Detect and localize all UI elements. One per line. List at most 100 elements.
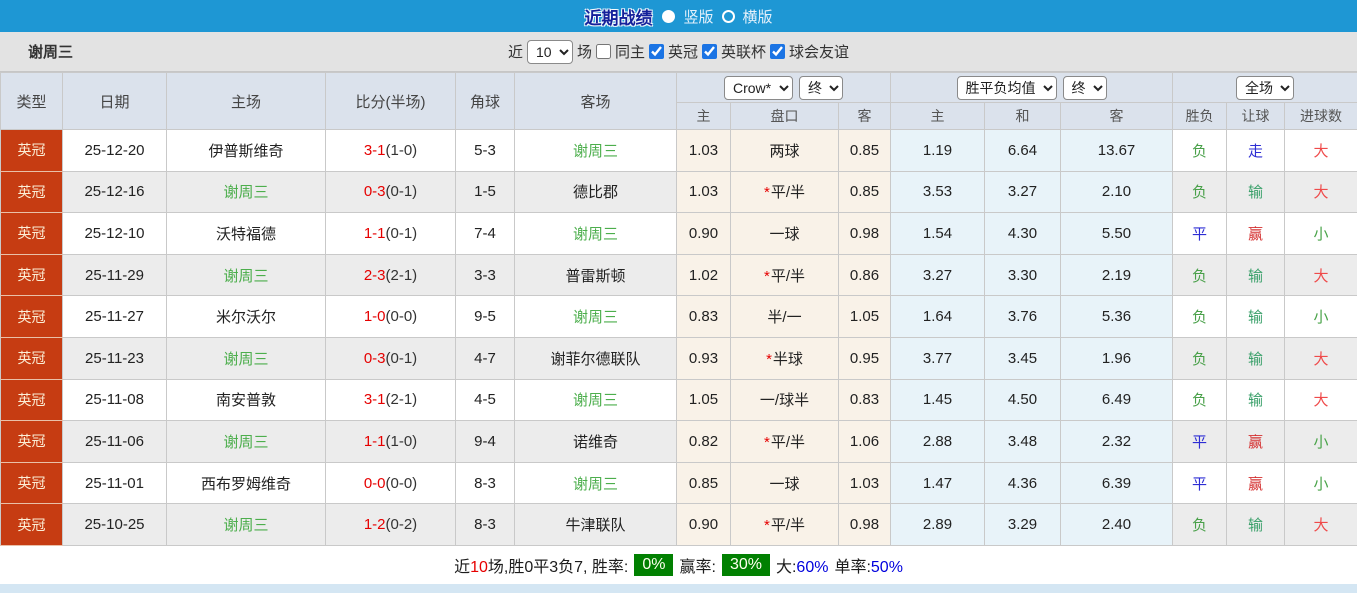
handicap-result-cell: 输 [1227,254,1285,296]
home-team-cell: 谢周三 [167,504,326,546]
corner-cell: 7-4 [456,213,515,255]
checkbox-same-home[interactable] [596,44,611,59]
result-cell: 负 [1173,379,1227,421]
handicap-cell: *平/半 [731,254,839,296]
corner-cell: 5-3 [456,130,515,172]
page-title: 近期战绩 [584,4,652,29]
away-team-cell: 普雷斯顿 [515,254,677,296]
odds-home-cell: 0.82 [677,421,731,463]
avg-away-cell: 5.50 [1061,213,1173,255]
handicap-result-cell: 输 [1227,337,1285,379]
avg-away-cell: 2.32 [1061,421,1173,463]
scope-select[interactable]: 全场 [1236,76,1294,100]
subheader-avg-home: 主 [891,103,985,130]
avg-home-cell: 3.27 [891,254,985,296]
odds-home-cell: 1.03 [677,130,731,172]
league-cell: 英冠 [1,504,63,546]
score-cell: 3-1(1-0) [326,130,456,172]
league-cell: 英冠 [1,462,63,504]
score-cell: 1-2(0-2) [326,504,456,546]
subheader-handicap: 盘口 [731,103,839,130]
radio-vertical-icon[interactable] [662,10,675,23]
radio-vertical-label[interactable]: 竖版 [683,6,713,27]
avg-draw-cell: 3.48 [985,421,1061,463]
corner-cell: 4-5 [456,379,515,421]
avg-home-cell: 3.53 [891,171,985,213]
away-team-cell: 牛津联队 [515,504,677,546]
win-label: 赢率: [679,553,715,577]
home-team-cell: 谢周三 [167,171,326,213]
odds-away-cell: 1.05 [839,296,891,338]
score-cell: 2-3(2-1) [326,254,456,296]
handicap-result-cell: 赢 [1227,462,1285,504]
handicap-cell: *平/半 [731,421,839,463]
score-cell: 0-3(0-1) [326,171,456,213]
away-team-cell: 谢菲尔德联队 [515,337,677,379]
col-header-corner: 角球 [456,73,515,130]
odds-away-cell: 0.98 [839,213,891,255]
avg-away-cell: 2.40 [1061,504,1173,546]
date-cell: 25-11-29 [63,254,167,296]
subheader-avg-draw: 和 [985,103,1061,130]
goals-cell: 大 [1285,504,1357,546]
league-cell: 英冠 [1,337,63,379]
home-team-cell: 伊普斯维奇 [167,130,326,172]
table-row: 英冠25-11-29谢周三2-3(2-1)3-3普雷斯顿1.02*平/半0.86… [1,254,1357,296]
single-stat: 单率:50% [834,553,902,577]
home-team-cell: 米尔沃尔 [167,296,326,338]
avg-metric-select[interactable]: 胜平负均值 [957,76,1057,100]
layout-radio-group: 竖版 横版 [662,6,772,27]
near-label: 近 [508,41,523,62]
radio-horizontal-icon[interactable] [722,10,735,23]
away-team-cell: 谢周三 [515,462,677,504]
subheader-handicap-result: 让球 [1227,103,1285,130]
league-cell: 英冠 [1,254,63,296]
avg-draw-cell: 4.36 [985,462,1061,504]
score-cell: 0-0(0-0) [326,462,456,504]
handicap-cell: 两球 [731,130,839,172]
summary-footer: 近10场,胜0平3负7, 胜率: 0% 赢率: 30% 大:60% 单率:50% [0,546,1357,584]
avg-home-cell: 1.54 [891,213,985,255]
result-cell: 负 [1173,254,1227,296]
handicap-result-cell: 赢 [1227,421,1285,463]
handicap-win-badge: 30% [722,554,770,576]
win-rate-badge: 0% [634,554,673,576]
score-cell: 1-0(0-0) [326,296,456,338]
top-bar: 近期战绩 竖版 横版 [0,0,1357,32]
recent-results-panel: 近期战绩 竖版 横版 谢周三 近 10 场 同主 英冠 英联杯 球会友谊 [0,0,1357,593]
date-cell: 25-12-20 [63,130,167,172]
checkbox-friendly[interactable] [770,44,785,59]
odds-time-select[interactable]: 终 [799,76,843,100]
goals-cell: 大 [1285,379,1357,421]
checkbox-league[interactable] [649,44,664,59]
table-row: 英冠25-11-23谢周三0-3(0-1)4-7谢菲尔德联队0.93*半球0.9… [1,337,1357,379]
date-cell: 25-11-01 [63,462,167,504]
result-cell: 负 [1173,504,1227,546]
footer-summary-text: 近10场,胜0平3负7, 胜率: [454,553,628,577]
goals-cell: 小 [1285,421,1357,463]
avg-time-select[interactable]: 终 [1063,76,1107,100]
radio-horizontal-label[interactable]: 横版 [743,6,773,27]
date-cell: 25-11-06 [63,421,167,463]
handicap-result-cell: 输 [1227,296,1285,338]
odds-company-select[interactable]: Crow* [724,76,793,100]
table-row: 英冠25-11-08南安普敦3-1(2-1)4-5谢周三1.05一/球半0.83… [1,379,1357,421]
match-count-select[interactable]: 10 [527,40,573,64]
league-cell: 英冠 [1,213,63,255]
date-cell: 25-11-27 [63,296,167,338]
table-row: 英冠25-12-10沃特福德1-1(0-1)7-4谢周三0.90一球0.981.… [1,213,1357,255]
matches-table: 类型 日期 主场 比分(半场) 角球 客场 Crow* 终 胜平负均值 终 [0,72,1357,546]
score-cell: 1-1(0-1) [326,213,456,255]
checkbox-league-cup[interactable] [702,44,717,59]
avg-home-cell: 3.77 [891,337,985,379]
handicap-cell: 半/一 [731,296,839,338]
corner-cell: 3-3 [456,254,515,296]
avg-draw-cell: 4.30 [985,213,1061,255]
goals-cell: 小 [1285,296,1357,338]
corner-cell: 8-3 [456,462,515,504]
odds-away-cell: 0.83 [839,379,891,421]
date-cell: 25-12-10 [63,213,167,255]
odds-home-cell: 0.93 [677,337,731,379]
col-header-score: 比分(半场) [326,73,456,130]
handicap-cell: *平/半 [731,171,839,213]
